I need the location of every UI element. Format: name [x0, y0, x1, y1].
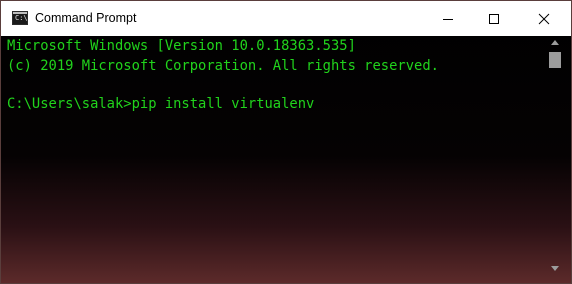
title-bar[interactable]: C:\ Command Prompt: [1, 1, 571, 36]
maximize-icon: [489, 13, 499, 24]
scroll-up-button[interactable]: [547, 36, 563, 50]
console-line-copyright: (c) 2019 Microsoft Corporation. All righ…: [7, 58, 439, 74]
cmd-icon[interactable]: C:\: [12, 11, 28, 25]
console-output[interactable]: Microsoft Windows [Version 10.0.18363.53…: [1, 36, 554, 284]
console-line-command[interactable]: C:\Users\salak>pip install virtualenv: [7, 94, 314, 114]
arrow-down-icon: [551, 266, 559, 271]
vertical-scrollbar[interactable]: [547, 36, 563, 276]
arrow-up-icon: [551, 40, 559, 45]
console-line-version: Microsoft Windows [Version 10.0.18363.53…: [7, 38, 356, 54]
scroll-thumb[interactable]: [549, 52, 561, 68]
maximize-button[interactable]: [471, 1, 517, 36]
command-prompt-window: C:\ Command Prompt Microsoft Windows [Ve…: [0, 0, 572, 284]
scroll-down-button[interactable]: [547, 262, 563, 276]
close-button[interactable]: [517, 1, 571, 36]
cmd-icon-glyph: C:\: [15, 14, 28, 22]
minimize-button[interactable]: [425, 1, 471, 36]
close-icon: [538, 13, 550, 24]
minimize-icon: [443, 18, 453, 20]
window-title: Command Prompt: [35, 11, 137, 25]
